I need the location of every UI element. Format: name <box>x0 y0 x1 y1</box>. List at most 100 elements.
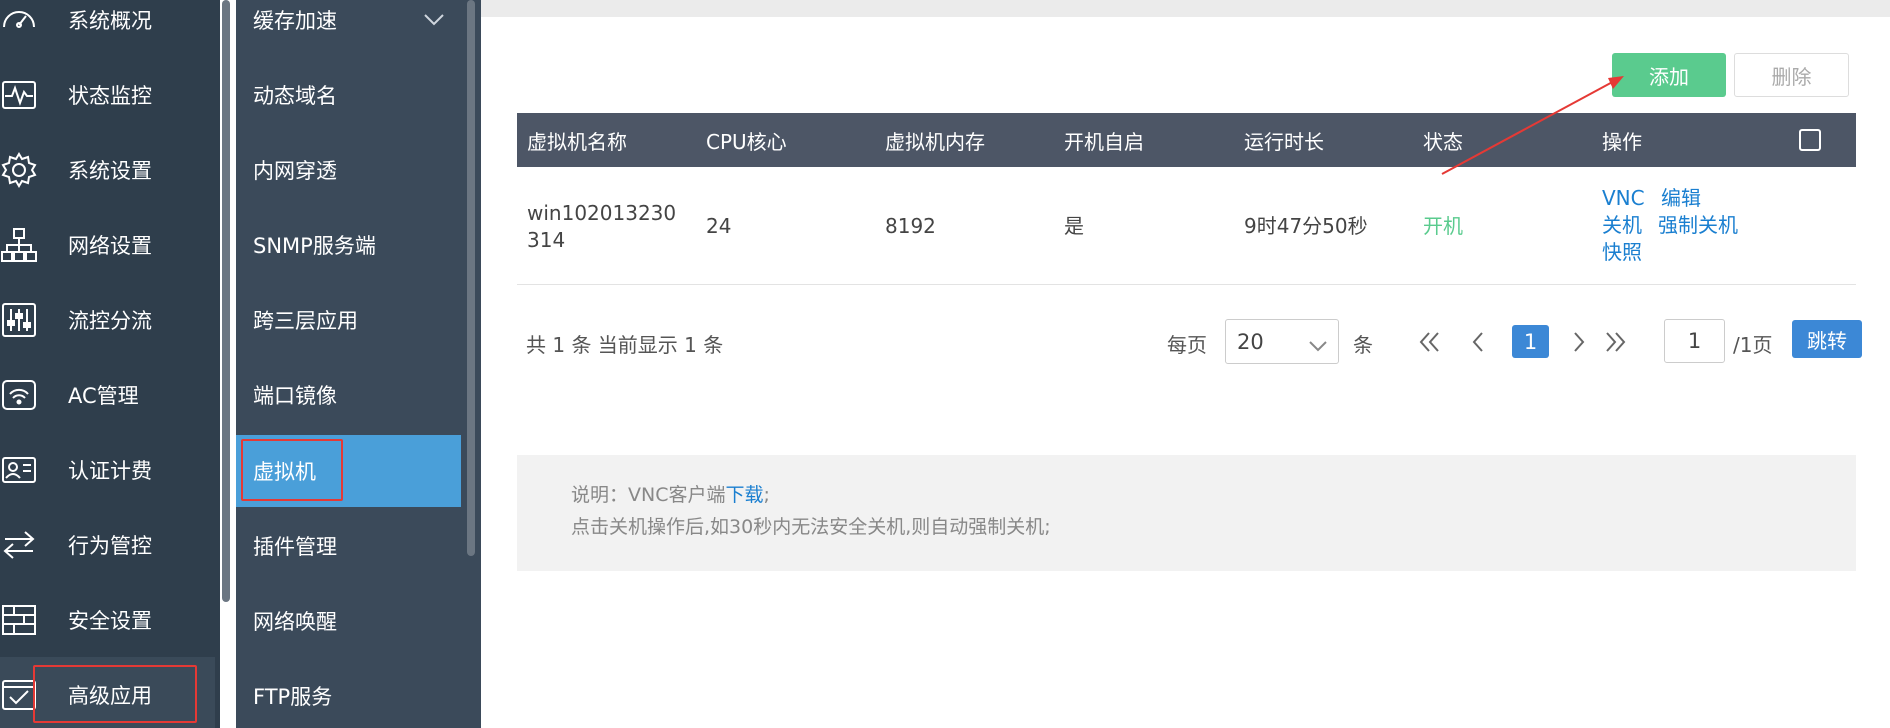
per-page-label: 每页 <box>1167 333 1207 357</box>
sidebar-item-behavior-control[interactable]: 行为管控 <box>0 507 215 582</box>
vm-cpu: 24 <box>706 214 732 238</box>
delete-button[interactable]: 删除 <box>1734 53 1849 97</box>
vm-memory: 8192 <box>885 214 936 238</box>
table-header: 虚拟机名称 CPU核心 虚拟机内存 开机自启 运行时长 状态 操作 <box>517 113 1856 167</box>
notice-line-1: 说明：VNC客户端下载; <box>571 480 770 507</box>
vm-status: 开机 <box>1423 214 1463 238</box>
notice-line-2: 点击关机操作后,如30秒内无法安全关机,则自动强制关机; <box>571 516 1051 538</box>
sidebar-item-label: 系统设置 <box>68 158 152 183</box>
per-page-unit: 条 <box>1353 333 1373 357</box>
sidebar-item-advanced[interactable]: 高级应用 <box>0 657 215 728</box>
subnav-item-label: 端口镜像 <box>253 384 337 408</box>
page-number-current[interactable]: 1 <box>1512 325 1549 358</box>
add-button[interactable]: 添加 <box>1612 53 1726 97</box>
subnav-item-cache[interactable]: 缓存加速 <box>236 0 461 56</box>
sidebar-item-authentication[interactable]: 认证计费 <box>0 432 215 507</box>
vnc-link[interactable]: VNC <box>1602 184 1645 212</box>
pager-total: 共 1 条 当前显示 1 条 <box>526 333 724 357</box>
firewall-icon <box>0 601 38 639</box>
dashboard-icon <box>0 1 38 39</box>
subnav-item-wake-on-lan[interactable]: 网络唤醒 <box>236 585 461 657</box>
column-header-status: 状态 <box>1423 129 1463 154</box>
network-tree-icon <box>0 226 38 264</box>
vm-autostart: 是 <box>1064 214 1084 238</box>
sub-navigation: 缓存加速 动态域名 内网穿透 SNMP服务端 跨三层应用 端口镜像 虚拟机 插件… <box>236 0 481 728</box>
snapshot-link[interactable]: 快照 <box>1602 238 1642 266</box>
subnav-item-label: 动态域名 <box>253 84 337 108</box>
sidebar-item-label: 状态监控 <box>68 83 152 108</box>
top-bar <box>481 0 1890 17</box>
sidebar-scrollbar[interactable] <box>222 0 230 602</box>
per-page-select[interactable]: 20 <box>1225 319 1339 364</box>
vm-name-line1: win102013230 <box>527 201 677 225</box>
sidebar-item-label: 认证计费 <box>68 458 152 483</box>
page-jump-input[interactable] <box>1664 319 1725 363</box>
force-shutdown-link[interactable]: 强制关机 <box>1658 211 1738 239</box>
table-row: win102013230 314 24 8192 是 9时47分50秒 开机 V… <box>517 167 1856 285</box>
jump-button[interactable]: 跳转 <box>1792 320 1862 358</box>
subnav-item-layer3[interactable]: 跨三层应用 <box>236 284 461 356</box>
shutdown-link[interactable]: 关机 <box>1602 211 1642 239</box>
sidebar-item-label: 流控分流 <box>68 308 152 333</box>
id-card-icon <box>0 451 38 489</box>
sidebar-item-label: 网络设置 <box>68 233 152 258</box>
subnav-item-ddns[interactable]: 动态域名 <box>236 59 461 131</box>
pulse-monitor-icon <box>0 76 38 114</box>
column-header-name: 虚拟机名称 <box>527 129 627 154</box>
edit-link[interactable]: 编辑 <box>1661 184 1701 212</box>
sidebar-item-label: 高级应用 <box>68 683 152 708</box>
first-page-icon[interactable] <box>1416 328 1444 356</box>
check-window-icon <box>0 676 38 714</box>
main-sidebar: 系统概况 状态监控 系统设置 网络设置 流控分流 AC管理 认证计费 行为管控 … <box>0 0 220 728</box>
subnav-item-port-mirror[interactable]: 端口镜像 <box>236 359 461 431</box>
column-header-actions: 操作 <box>1602 129 1642 154</box>
total-pages: /1页 <box>1733 333 1773 357</box>
subnav-item-label: 缓存加速 <box>253 9 337 33</box>
subnav-item-label: 网络唤醒 <box>253 610 337 634</box>
subnav-item-nat-traversal[interactable]: 内网穿透 <box>236 134 461 206</box>
next-page-icon[interactable] <box>1564 328 1592 356</box>
sidebar-item-ac-management[interactable]: AC管理 <box>0 357 215 432</box>
select-all-checkbox[interactable] <box>1799 129 1821 151</box>
sidebar-item-flow-control[interactable]: 流控分流 <box>0 282 215 357</box>
subnav-item-label: 跨三层应用 <box>253 309 358 333</box>
prev-page-icon[interactable] <box>1465 328 1493 356</box>
column-header-cpu: CPU核心 <box>706 129 787 154</box>
sidebar-item-overview[interactable]: 系统概况 <box>0 0 215 57</box>
sidebar-item-system-settings[interactable]: 系统设置 <box>0 132 215 207</box>
sliders-icon <box>0 301 38 339</box>
main-content: 添加 删除 虚拟机名称 CPU核心 虚拟机内存 开机自启 运行时长 状态 操作 … <box>481 0 1890 728</box>
vnc-download-link[interactable]: 下载 <box>725 484 763 506</box>
sidebar-item-monitor[interactable]: 状态监控 <box>0 57 215 132</box>
column-header-autostart: 开机自启 <box>1064 129 1144 154</box>
subnav-scrollbar[interactable] <box>467 0 475 556</box>
swap-arrows-icon <box>0 526 38 564</box>
subnav-item-vm[interactable]: 虚拟机 <box>236 435 461 507</box>
wifi-router-icon <box>0 376 38 414</box>
chevron-down-icon <box>423 12 445 31</box>
sidebar-item-network-settings[interactable]: 网络设置 <box>0 207 215 282</box>
column-header-memory: 虚拟机内存 <box>885 129 985 154</box>
chevron-down-icon <box>1308 334 1328 358</box>
subnav-item-label: SNMP服务端 <box>253 234 376 258</box>
notice-suffix: ; <box>763 484 770 506</box>
column-header-uptime: 运行时长 <box>1244 129 1324 154</box>
subnav-item-label: 插件管理 <box>253 535 337 559</box>
subnav-item-snmp[interactable]: SNMP服务端 <box>236 209 461 281</box>
gear-icon <box>0 151 38 189</box>
sidebar-item-label: AC管理 <box>68 383 139 408</box>
last-page-icon[interactable] <box>1601 328 1629 356</box>
notice-prefix: 说明：VNC客户端 <box>571 484 726 506</box>
sidebar-item-security[interactable]: 安全设置 <box>0 582 215 657</box>
subnav-item-label: FTP服务 <box>253 685 333 709</box>
vm-uptime: 9时47分50秒 <box>1244 214 1368 238</box>
vm-name-line2: 314 <box>527 228 566 252</box>
sidebar-item-label: 系统概况 <box>68 8 152 33</box>
subnav-item-label: 虚拟机 <box>253 460 316 484</box>
per-page-value: 20 <box>1237 329 1264 354</box>
sidebar-item-label: 安全设置 <box>68 608 152 633</box>
subnav-item-plugins[interactable]: 插件管理 <box>236 510 461 582</box>
notice-panel: 说明：VNC客户端下载; 点击关机操作后,如30秒内无法安全关机,则自动强制关机… <box>517 455 1856 571</box>
subnav-item-ftp[interactable]: FTP服务 <box>236 660 461 728</box>
sidebar-item-label: 行为管控 <box>68 533 152 558</box>
